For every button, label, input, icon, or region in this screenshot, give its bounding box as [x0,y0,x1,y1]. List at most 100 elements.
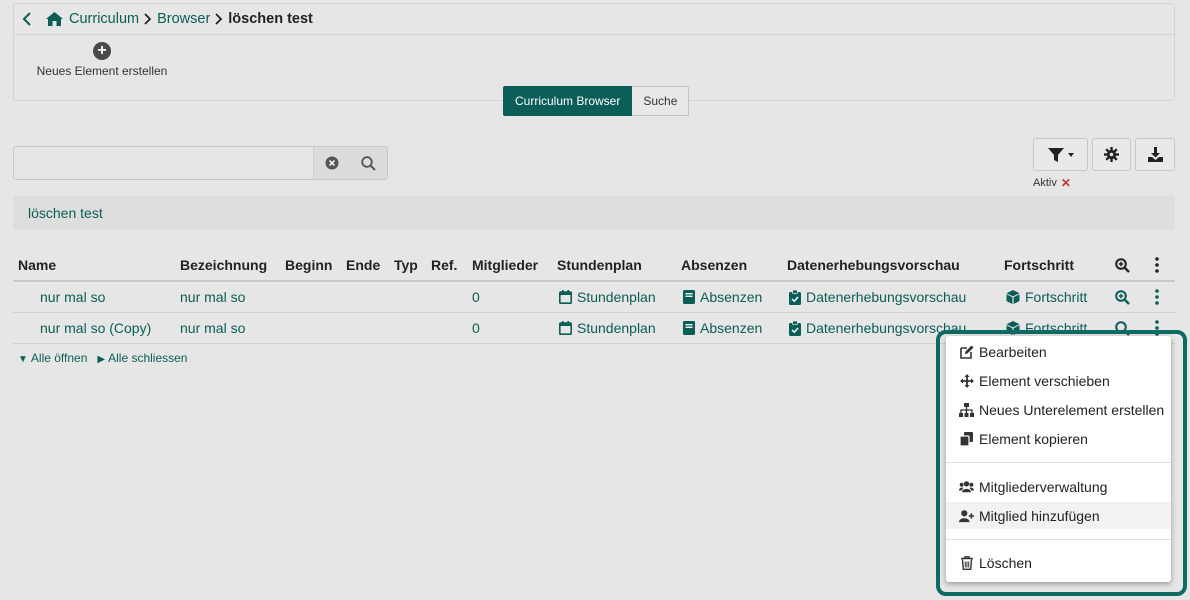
absenzen-label: Absenzen [700,320,763,336]
row-stundenplan-link[interactable]: Stundenplan [559,313,656,343]
column-header-typ[interactable]: Typ [394,250,418,280]
row-mitglieder[interactable]: 0 [472,313,480,343]
new-element-label: Neues Element erstellen [36,64,168,78]
column-header-bezeichnung[interactable]: Bezeichnung [180,250,267,280]
row-absenzen-link[interactable]: Absenzen [683,282,762,312]
row-datenerhebung-link[interactable]: Datenerhebungsvorschau [789,282,966,312]
users-icon [959,480,974,493]
menu-item-label: Löschen [979,554,1032,571]
row-bezeichnung[interactable]: nur mal so [180,313,245,343]
menu-item-mitglied-hinzufuegen[interactable]: Mitglied hinzufügen [946,502,1171,529]
calendar-icon [559,290,572,304]
book-icon [683,290,695,304]
row-name[interactable]: nur mal so (Copy) [40,313,151,343]
search-input[interactable] [14,147,313,179]
menu-divider [946,462,1171,463]
edit-icon [959,345,974,359]
download-button[interactable] [1135,138,1175,171]
menu-item-label: Element verschieben [979,372,1110,389]
chevron-left-icon[interactable] [22,12,32,26]
gear-icon [1104,147,1119,162]
calendar-icon [559,321,572,335]
row-absenzen-link[interactable]: Absenzen [683,313,762,343]
settings-button[interactable] [1092,138,1131,171]
search-icon[interactable] [351,147,388,179]
download-icon [1147,147,1163,162]
column-header-ref[interactable]: Ref. [431,250,457,280]
filter-button[interactable] [1033,138,1088,171]
tab-suche[interactable]: Suche [632,86,690,116]
close-all-label: Alle schliessen [108,351,188,365]
caret-right-icon: ▶ [97,354,106,365]
menu-item-loeschen[interactable]: Löschen [946,549,1171,576]
filter-icon [1047,147,1075,163]
chevron-right-icon [215,13,223,25]
row-bezeichnung[interactable]: nur mal so [180,282,245,312]
new-element-button[interactable]: + Neues Element erstellen [22,42,182,78]
column-header-beginn[interactable]: Beginn [285,250,332,280]
column-header-absenzen: Absenzen [681,257,748,273]
breadcrumb-current: löschen test [228,11,313,27]
menu-item-label: Mitgliederverwaltung [979,478,1108,495]
tree-links: ▼ Alle öffnen ▶ Alle schliessen [18,351,187,365]
zoom-icon[interactable] [1115,250,1130,280]
zoom-icon[interactable] [1115,282,1130,312]
tab-curriculum-browser[interactable]: Curriculum Browser [503,86,633,116]
move-icon [959,373,974,388]
stundenplan-label: Stundenplan [577,320,656,336]
row-action-menu: Bearbeiten Element verschieben Neues Unt… [946,336,1171,582]
menu-item-label: Mitglied hinzufügen [979,507,1100,524]
remove-filter-icon[interactable]: ✕ [1061,176,1071,190]
datenerhebung-label: Datenerhebungsvorschau [806,289,967,305]
table-header: Name Bezeichnung Beginn Ende Typ Ref. Mi… [13,250,1175,282]
menu-divider [946,539,1171,540]
clipboard-icon [789,289,801,305]
book-icon [683,321,695,335]
menu-item-neues-unterelement[interactable]: Neues Unterelement erstellen [946,396,1171,423]
open-all-label: Alle öffnen [30,351,88,365]
kebab-icon[interactable] [1155,250,1159,280]
fortschritt-label: Fortschritt [1025,289,1088,305]
column-header-name[interactable]: Name [18,250,56,280]
column-header-fortschritt: Fortschritt [1004,257,1074,273]
menu-item-bearbeiten[interactable]: Bearbeiten [946,338,1171,365]
row-fortschritt-link[interactable]: Fortschritt [1006,282,1087,312]
menu-item-label: Bearbeiten [979,343,1047,360]
search-box [13,146,388,180]
menu-item-label: Neues Unterelement erstellen [979,401,1165,418]
menu-item-label: Element kopieren [979,430,1088,447]
cube-icon [1006,290,1020,304]
column-header-stundenplan: Stundenplan [557,257,642,273]
table-row: nur mal so nur mal so 0 Stundenplan Abse… [13,282,1175,313]
clipboard-icon [789,320,801,336]
row-mitglieder[interactable]: 0 [472,282,480,312]
view-tabs: Curriculum Browser Suche [503,86,690,116]
breadcrumb-item-browser[interactable]: Browser [157,11,210,27]
menu-item-element-kopieren[interactable]: Element kopieren [946,425,1171,452]
caret-down-icon: ▼ [18,354,28,365]
breadcrumb-home[interactable]: Curriculum [46,11,139,27]
plus-circle-icon: + [93,42,111,60]
breadcrumb-item-curriculum[interactable]: Curriculum [69,11,139,27]
sitemap-icon [959,402,974,417]
row-stundenplan-link[interactable]: Stundenplan [559,282,656,312]
home-icon [46,12,63,26]
row-name[interactable]: nur mal so [40,282,105,312]
column-header-mitglieder[interactable]: Mitglieder [472,250,538,280]
breadcrumb: Curriculum Browser löschen test [14,4,1174,35]
menu-item-element-verschieben[interactable]: Element verschieben [946,367,1171,394]
open-all-link[interactable]: ▼ Alle öffnen [18,351,87,365]
column-header-ende[interactable]: Ende [346,250,380,280]
close-all-link[interactable]: ▶ Alle schliessen [97,351,187,365]
active-filter-tag: Aktiv ✕ [1033,176,1071,190]
user-plus-icon [959,509,974,523]
clear-icon[interactable] [314,147,351,179]
context-title[interactable]: löschen test [28,205,103,221]
absenzen-label: Absenzen [700,289,763,305]
menu-item-mitgliederverwaltung[interactable]: Mitgliederverwaltung [946,473,1171,500]
kebab-icon[interactable] [1155,282,1159,312]
chevron-right-icon [144,13,152,25]
column-header-datenerhebungsvorschau: Datenerhebungsvorschau [787,257,960,273]
active-filter-label: Aktiv [1033,177,1057,189]
trash-icon [959,555,974,570]
